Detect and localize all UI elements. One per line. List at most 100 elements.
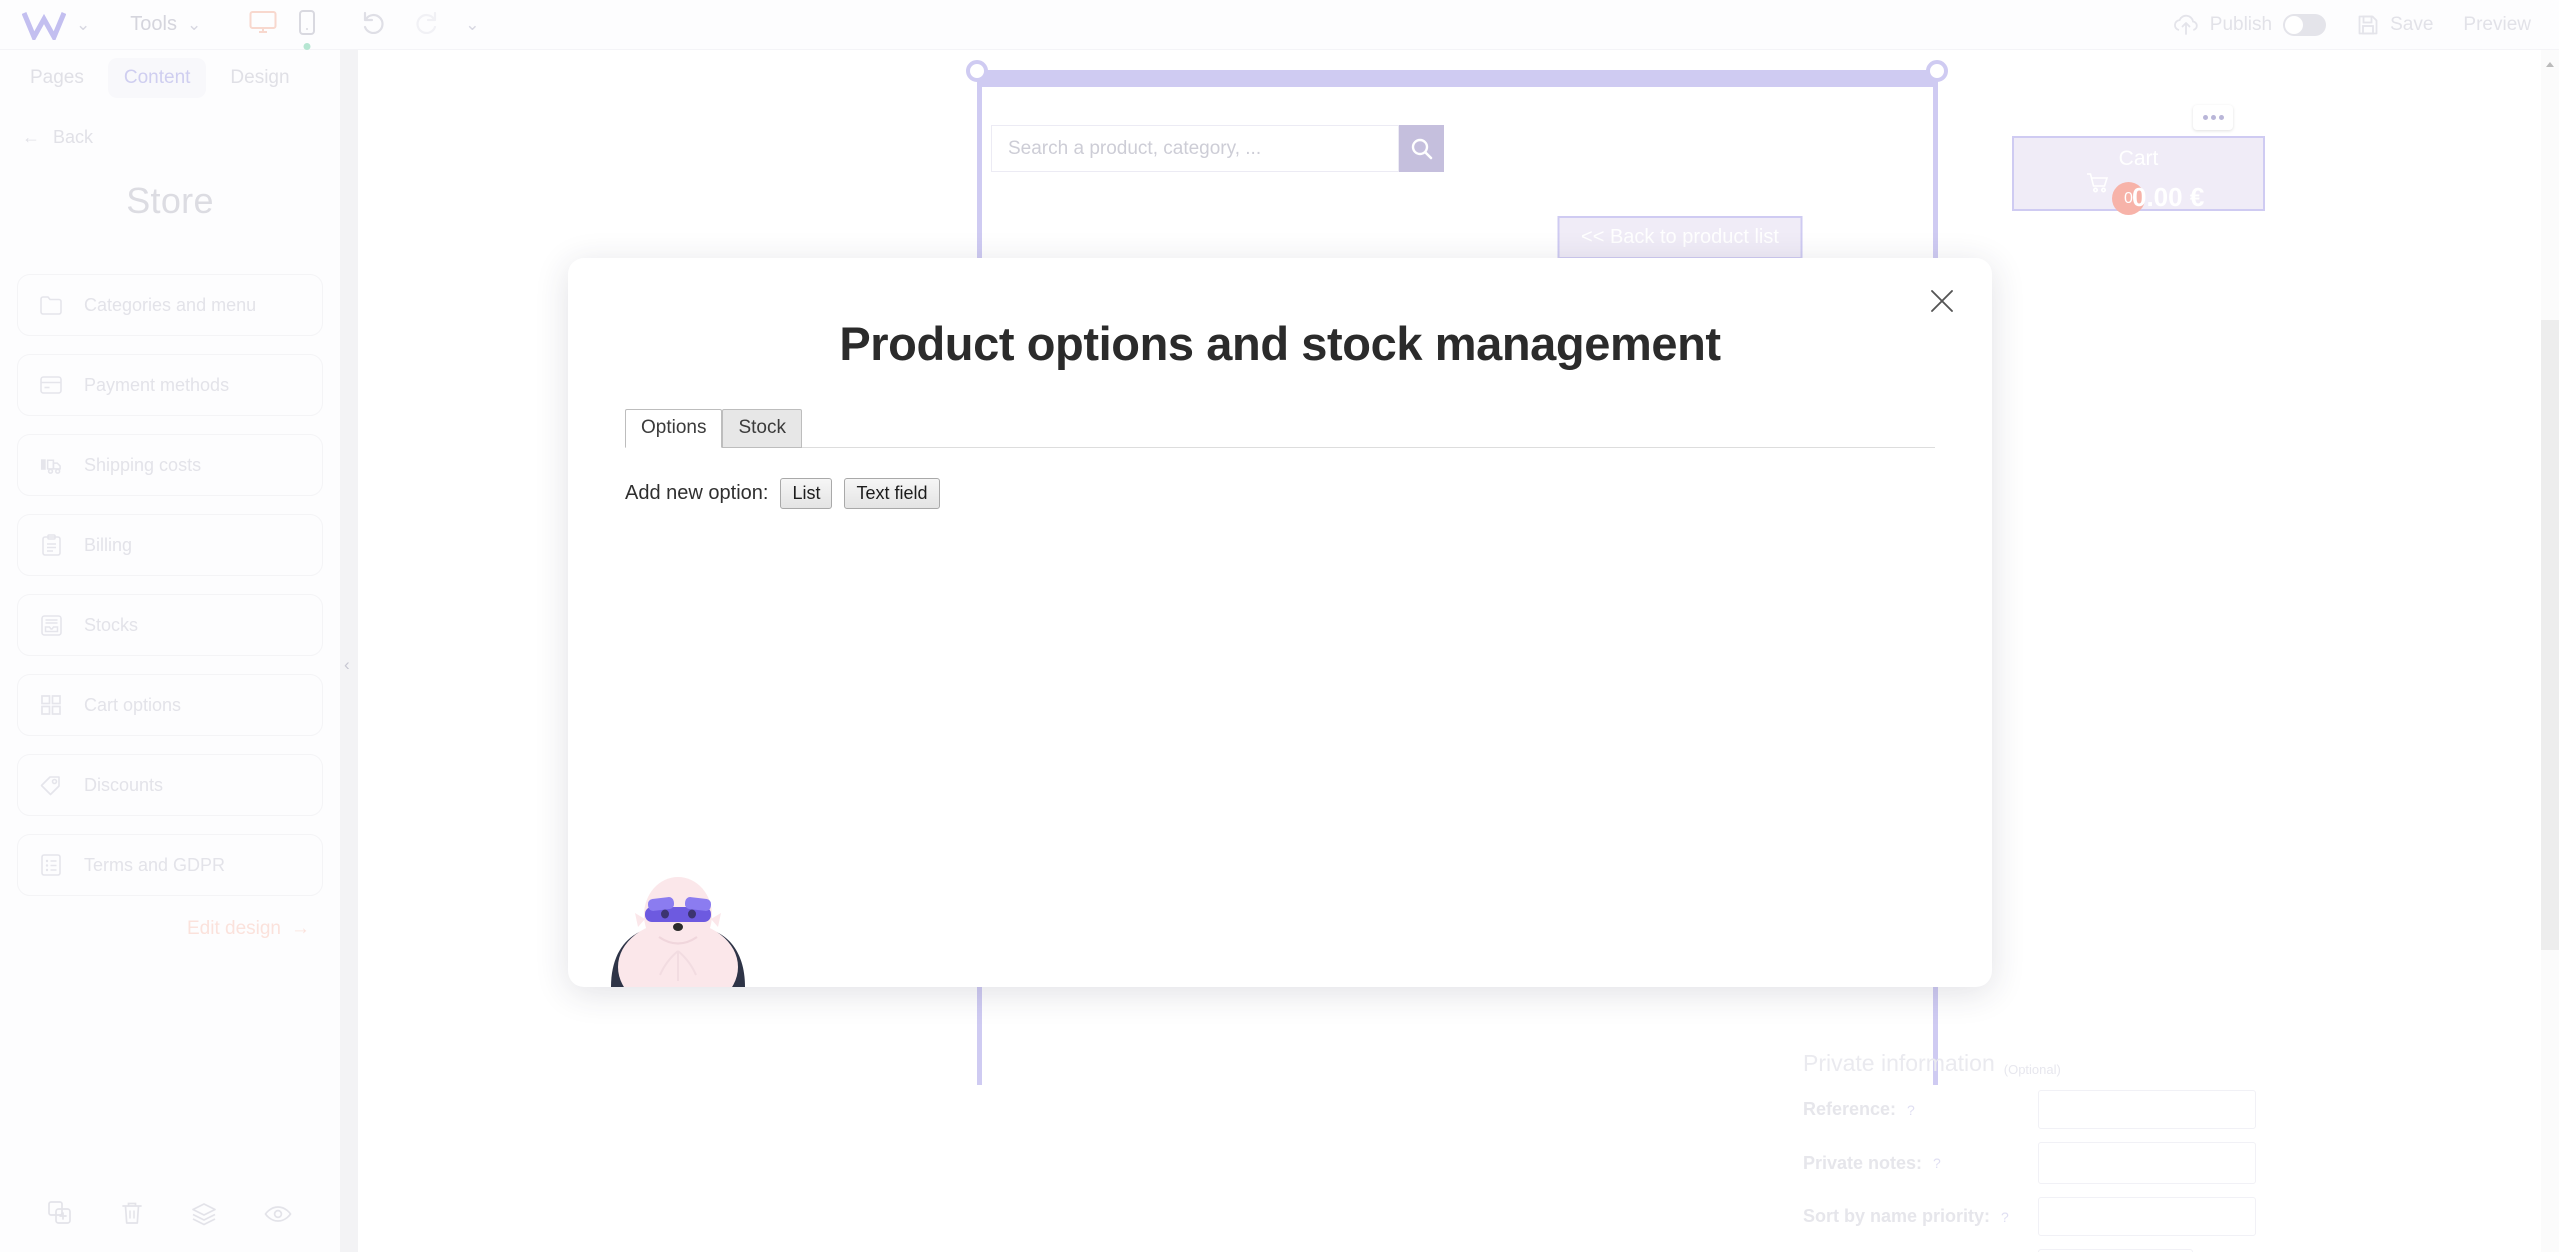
history-controls: ⌄ [361, 10, 479, 39]
chevron-down-icon: ⌄ [186, 15, 202, 34]
sidebar-item-stocks[interactable]: Stocks [17, 594, 323, 656]
undo-icon[interactable] [361, 10, 387, 39]
cart-widget[interactable]: Cart 0 0.00 € [2012, 136, 2265, 215]
modal-title: Product options and stock management [839, 317, 1721, 370]
sort-priority-input[interactable] [2038, 1197, 2256, 1236]
logo-caret-icon[interactable]: ⌄ [76, 16, 90, 33]
back-button[interactable]: ← Back [22, 127, 340, 148]
sidebar-item-label: Shipping costs [84, 454, 202, 475]
save-label: Save [2390, 13, 2434, 35]
tag-icon [40, 774, 62, 796]
product-search-row: Search a product, category, ... [991, 125, 1444, 172]
sidebar-item-label: Stocks [84, 614, 139, 635]
trash-icon[interactable] [121, 1201, 143, 1231]
topbar-actions: Publish Save Preview [2173, 13, 2531, 37]
device-preview-switch [249, 9, 316, 50]
mobile-icon[interactable] [299, 9, 316, 50]
search-button[interactable] [1399, 125, 1444, 172]
sidebar-item-label: Cart options [84, 694, 182, 715]
desktop-icon[interactable] [249, 10, 277, 39]
back-to-product-list-button[interactable]: << Back to product list [1557, 216, 1803, 259]
publish-group[interactable]: Publish [2173, 13, 2327, 36]
selection-handle-right[interactable] [1926, 60, 1948, 82]
add-text-field-option-button[interactable]: Text field [844, 478, 940, 509]
sidebar-item-payment-methods[interactable]: Payment methods [17, 354, 323, 416]
selection-handle-left[interactable] [966, 60, 988, 82]
cart-label: Cart [2118, 147, 2159, 170]
mobile-active-dot [303, 42, 311, 50]
help-icon[interactable]: ? [2001, 1209, 2009, 1225]
arrow-right-icon: → [291, 918, 310, 939]
sidebar-item-terms-and-gdpr[interactable]: Terms and GDPR [17, 834, 323, 896]
tab-content[interactable]: Content [107, 57, 207, 98]
save-group[interactable]: Save [2356, 13, 2433, 37]
sidebar-item-label: Discounts [84, 774, 164, 795]
private-info-optional-tag: (Optional) [2003, 1062, 2061, 1077]
tools-menu[interactable]: Tools ⌄ [130, 13, 201, 36]
logo-area[interactable]: ⌄ [22, 10, 90, 40]
sidebar-item-cart-options[interactable]: Cart options [17, 674, 323, 736]
field-label: Private notes: ? [1803, 1153, 2038, 1174]
back-label: Back [53, 127, 94, 147]
add-list-option-button[interactable]: List [780, 478, 833, 509]
cloud-upload-icon [2173, 14, 2198, 35]
cart-total: 0.00 € [2132, 182, 2205, 212]
duplicate-icon[interactable] [47, 1200, 74, 1232]
redo-icon[interactable] [413, 10, 439, 39]
search-icon [1411, 138, 1432, 159]
dot [2218, 115, 2224, 120]
sidebar-item-label: Payment methods [84, 374, 230, 395]
brand-logo-icon [22, 11, 66, 40]
tab-options[interactable]: Options [625, 409, 723, 448]
edit-design-link[interactable]: Edit design → [0, 918, 340, 940]
back-arrow-icon: ← [22, 127, 40, 147]
panel-bottom-toolbar [0, 1180, 340, 1252]
tab-pages[interactable]: Pages [14, 58, 100, 98]
modal-tab-bar: Options Stock [625, 409, 1992, 448]
save-disk-icon [2358, 15, 2378, 34]
close-icon[interactable] [1924, 283, 1960, 319]
private-notes-textarea[interactable] [2038, 1142, 2256, 1184]
clipboard-icon [40, 534, 62, 556]
page-title: Store [126, 180, 214, 221]
panel-tab-bar: Pages Content Design [0, 50, 340, 105]
block-options-button[interactable] [2193, 105, 2233, 130]
eye-icon[interactable] [264, 1204, 292, 1229]
dot [2210, 115, 2216, 120]
tab-design[interactable]: Design [214, 58, 305, 98]
private-info-title: Private information [1803, 1050, 1995, 1076]
scrollbar-thumb[interactable] [2541, 320, 2559, 950]
field-label: Sort by name priority: ? [1803, 1206, 2038, 1227]
tools-label: Tools [130, 13, 177, 35]
sidebar-item-discounts[interactable]: Discounts [17, 754, 323, 816]
label-text: Reference: [1803, 1099, 1897, 1119]
field-label: Reference: ? [1803, 1099, 2038, 1120]
layers-icon[interactable] [191, 1202, 217, 1231]
label-text: Private notes: [1803, 1152, 1923, 1173]
chevron-left-icon[interactable]: ‹ [344, 655, 350, 675]
dot [2202, 115, 2208, 120]
publish-toggle[interactable] [2283, 13, 2327, 36]
field-row-sort-by-name-priority: Sort by name priority: ? [1803, 1197, 2263, 1236]
grid-icon [40, 694, 62, 716]
page-scrollbar[interactable] [2541, 50, 2559, 1252]
scroll-up-arrow-icon[interactable] [2546, 62, 2554, 67]
preview-button[interactable]: Preview [2463, 14, 2531, 36]
tab-stock[interactable]: Stock [722, 409, 803, 448]
inbox-icon [40, 614, 62, 636]
panel-collapse-strip[interactable]: ‹ [340, 50, 358, 1252]
top-toolbar: ⌄ Tools ⌄ ⌄ Publish Save Preview [0, 0, 2559, 50]
history-caret-icon[interactable]: ⌄ [465, 16, 479, 33]
field-row-private-notes: Private notes: ? [1803, 1142, 2263, 1184]
publish-label: Publish [2209, 13, 2273, 35]
sidebar-item-label: Terms and GDPR [84, 854, 226, 875]
sidebar-item-label: Categories and menu [84, 294, 257, 315]
help-icon[interactable]: ? [1907, 1102, 1915, 1118]
sidebar-item-shipping-costs[interactable]: Shipping costs [17, 434, 323, 496]
search-input[interactable]: Search a product, category, ... [991, 125, 1399, 172]
reference-input[interactable] [2038, 1090, 2256, 1129]
edit-design-label: Edit design [186, 918, 281, 939]
help-icon[interactable]: ? [1933, 1155, 1941, 1171]
sidebar-item-billing[interactable]: Billing [17, 514, 323, 576]
sidebar-item-categories-and-menu[interactable]: Categories and menu [17, 274, 323, 336]
